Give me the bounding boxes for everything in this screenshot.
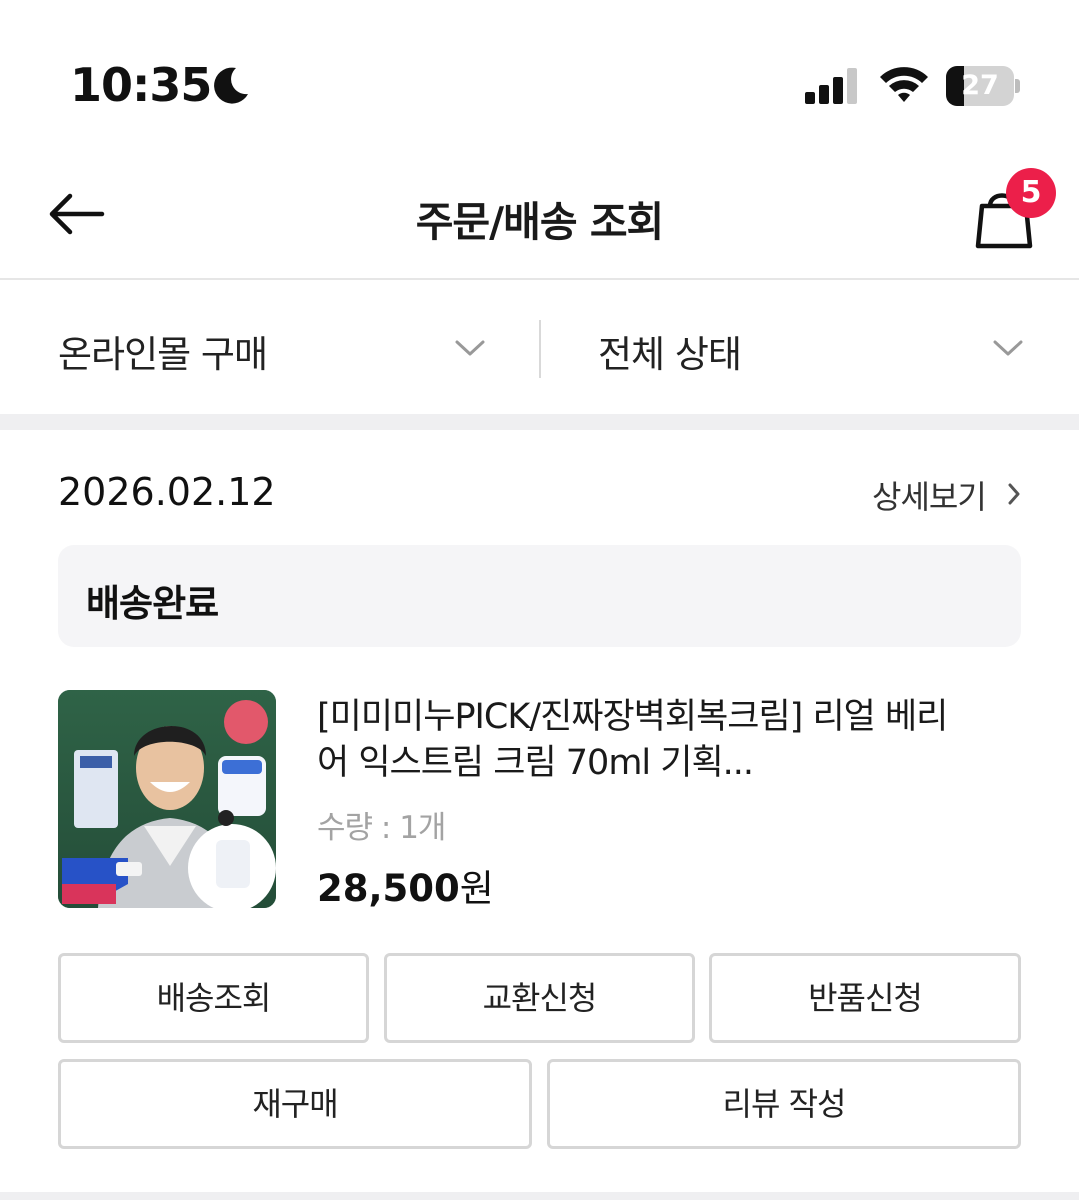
cart-count-badge: 5 [1006, 168, 1056, 218]
purchase-type-label: 온라인몰 구매 [58, 333, 268, 376]
product-price: 28,500원 [317, 858, 494, 912]
track-delivery-button[interactable]: 배송조회 [58, 953, 369, 1043]
purchase-type-dropdown[interactable]: 온라인몰 구매 [0, 282, 540, 414]
battery-icon: 27 [946, 66, 1020, 106]
filter-divider [539, 320, 541, 378]
exchange-request-button[interactable]: 교환신청 [384, 953, 695, 1043]
price-currency: 원 [459, 867, 494, 910]
repurchase-button[interactable]: 재구매 [58, 1059, 532, 1149]
status-dropdown[interactable]: 전체 상태 [542, 282, 1079, 414]
status-time: 10:35 [70, 58, 212, 112]
page-title: 주문/배송 조회 [415, 198, 665, 246]
detail-link-label: 상세보기 [872, 478, 987, 516]
moon-icon [214, 67, 248, 104]
section-divider [0, 414, 1079, 430]
wifi-icon [880, 67, 928, 102]
write-review-button[interactable]: 리뷰 작성 [547, 1059, 1021, 1149]
app-header: 주문/배송 조회 5 [0, 150, 1079, 280]
signal-icon [805, 68, 857, 104]
status-filter-label: 전체 상태 [598, 333, 742, 376]
section-divider-bottom [0, 1192, 1079, 1200]
battery-level: 27 [961, 70, 999, 101]
product-image [58, 690, 276, 908]
filter-bar: 온라인몰 구매 전체 상태 [0, 282, 1079, 414]
cart-button[interactable]: 5 [970, 168, 1056, 250]
status-bar: 10:35 27 [0, 0, 1079, 150]
chevron-right-icon [1008, 483, 1020, 505]
delivery-status-box: 배송완료 [58, 545, 1021, 647]
product-name[interactable]: [미미미누PICK/진짜장벽회복크림] 리얼 베리어 익스트림 크림 70ml … [317, 694, 957, 786]
chevron-down-icon [455, 340, 485, 356]
order-detail-link[interactable]: 상세보기 [872, 472, 1032, 516]
order-date: 2026.02.12 [58, 470, 276, 514]
delivery-status: 배송완료 [86, 582, 219, 625]
product-thumbnail[interactable] [58, 690, 276, 908]
product-quantity: 수량 : 1개 [317, 810, 446, 846]
price-amount: 28,500 [317, 867, 460, 910]
chevron-down-icon [993, 340, 1023, 356]
return-request-button[interactable]: 반품신청 [709, 953, 1021, 1043]
